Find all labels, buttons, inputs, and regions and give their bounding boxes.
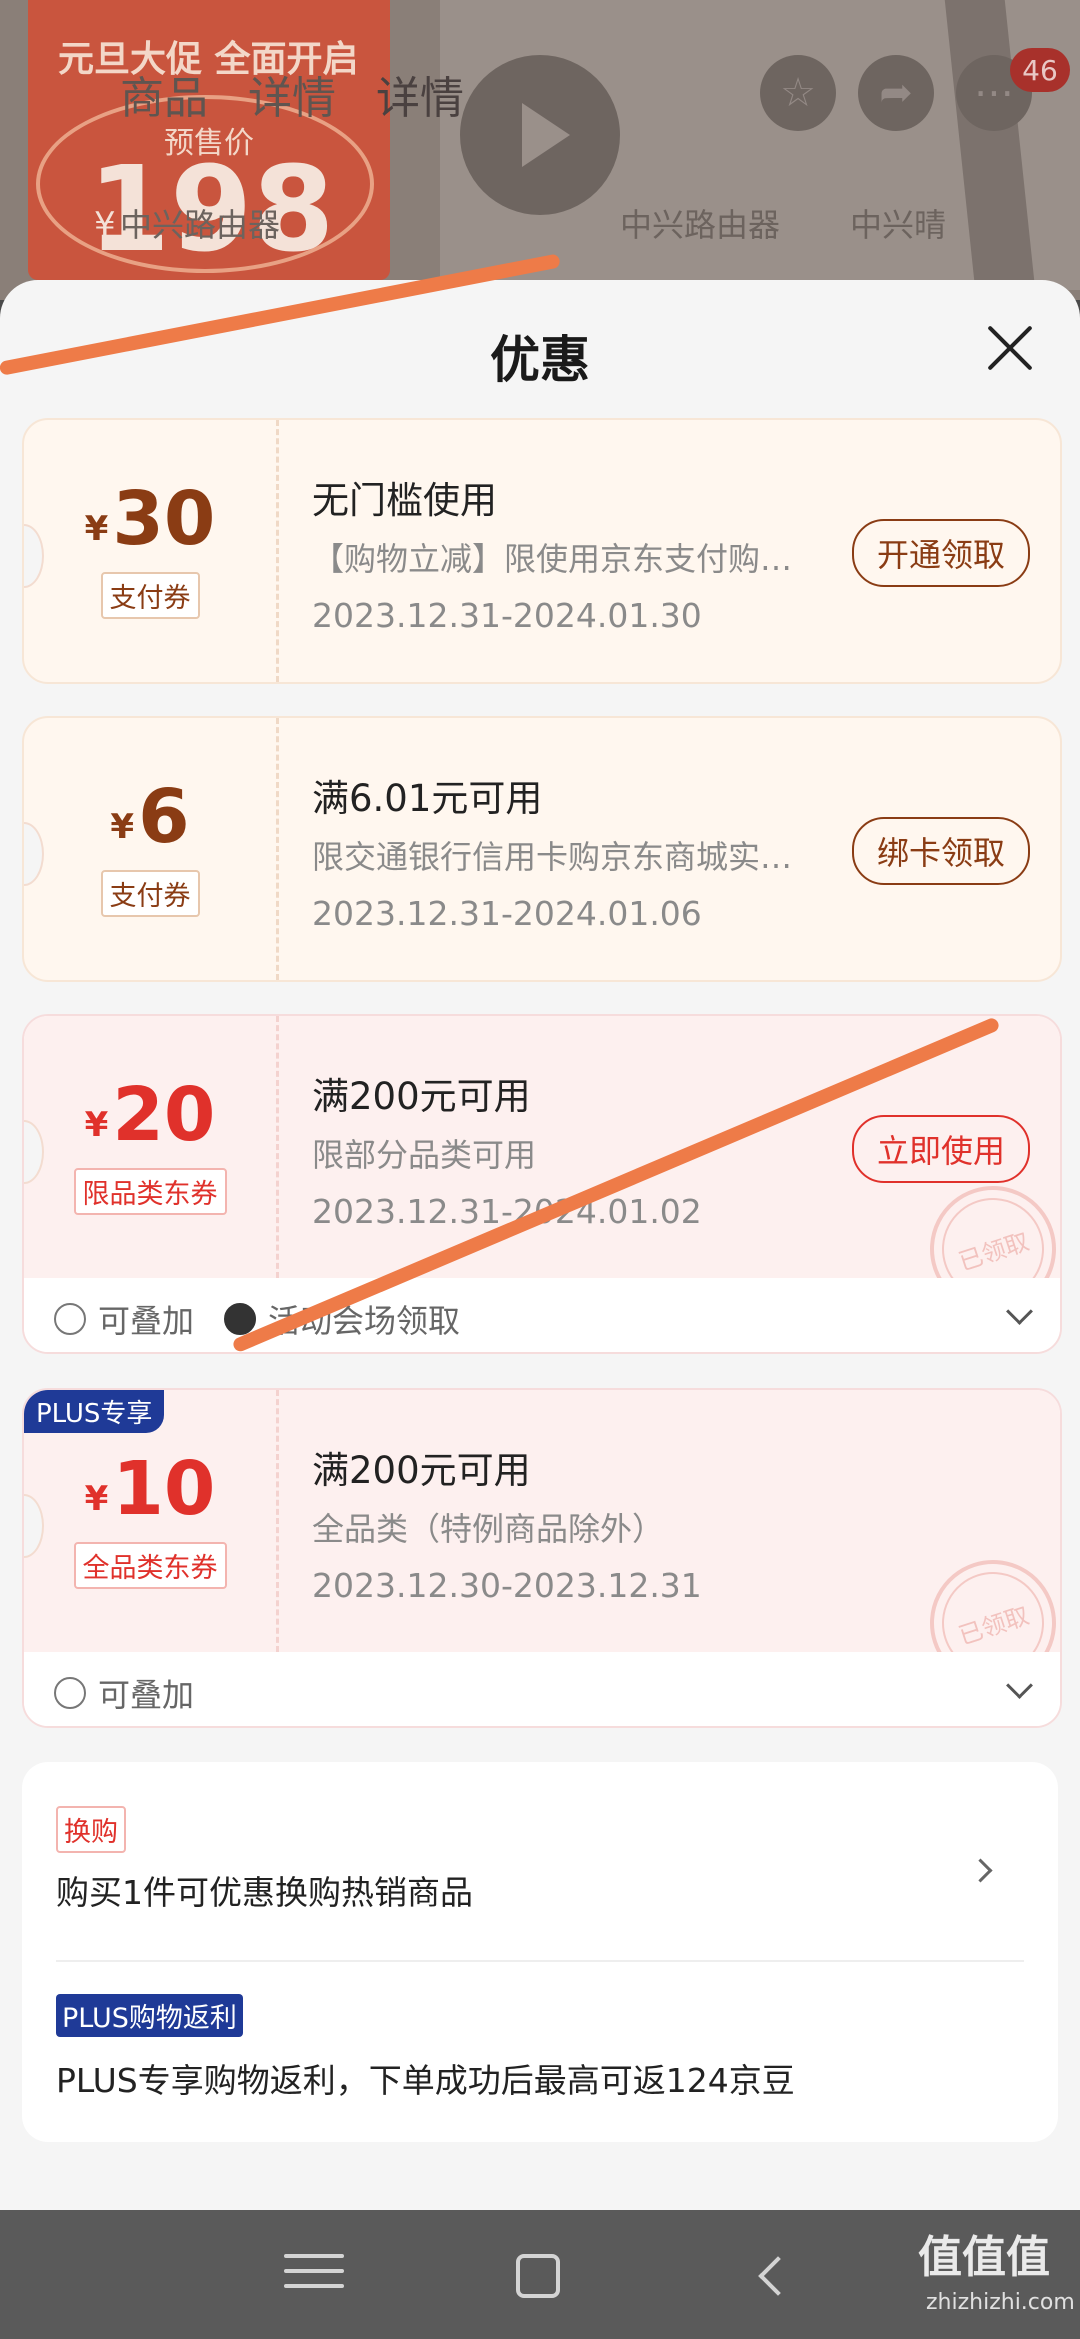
coupon-card: PLUS专享 ¥10 全品类东券 满200元可用 全品类（特例商品除外） 202… <box>22 1388 1062 1728</box>
home-icon[interactable] <box>516 2254 560 2298</box>
stackable-label: 可叠加 <box>98 1302 195 1340</box>
plus-rebate-tag: PLUS购物返利 <box>56 1994 243 2037</box>
coupon-type-tag: 支付券 <box>100 870 200 917</box>
tab-detail[interactable]: 详情 <box>248 62 336 126</box>
plus-exclusive-badge: PLUS专享 <box>24 1390 165 1433</box>
swap-text[interactable]: 购买1件可优惠换购热销商品 <box>56 1866 473 1914</box>
play-video-icon[interactable] <box>460 55 620 215</box>
back-icon[interactable] <box>752 2254 812 2298</box>
ticket-icon <box>224 1303 256 1335</box>
coupon-date: 2023.12.31-2024.01.30 <box>312 596 702 635</box>
coupon-amount: ¥6 <box>110 774 190 860</box>
promo-info-box: 换购 购买1件可优惠换购热销商品 PLUS购物返利 PLUS专享购物返利，下单成… <box>22 1762 1058 2142</box>
coupon-amount: ¥30 <box>84 476 216 562</box>
stackable-icon <box>54 1677 86 1709</box>
stackable-icon <box>54 1303 86 1335</box>
coupon-condition: 满200元可用 <box>312 1449 531 1492</box>
coupon-footer[interactable]: 可叠加 <box>24 1652 1060 1726</box>
chevron-right-icon[interactable] <box>968 1858 993 1883</box>
stackable-label: 可叠加 <box>98 1676 195 1714</box>
coupon-date: 2023.12.31-2024.01.06 <box>312 894 702 933</box>
coupon-card: ¥6 支付券 满6.01元可用 限交通银行信用卡购京东商城实物商品 2023.1… <box>22 716 1062 982</box>
coupon-type-tag: 全品类东券 <box>73 1542 227 1589</box>
tab-detail-2[interactable]: 详情 <box>376 62 464 126</box>
share-icon[interactable]: ➦ <box>858 55 934 131</box>
product-page-background: 元旦大促 全面开启 预售价 ¥ 198 商品 详情 详情 推荐 ☆ ➦ ⋯ 46… <box>0 0 1080 300</box>
coupon-condition: 无门槛使用 <box>312 479 497 522</box>
coupon-condition: 满6.01元可用 <box>312 777 543 820</box>
thumb-label-1: 中兴路由器 <box>120 206 281 244</box>
plus-rebate-text: PLUS专享购物返利，下单成功后最高可返124京豆 <box>56 2061 795 2100</box>
close-icon[interactable] <box>986 324 1034 372</box>
coupon-description: 【购物立减】限使用京东支付购买指定商品 <box>312 540 812 578</box>
chevron-down-icon[interactable] <box>1006 1672 1033 1699</box>
menu-icon[interactable] <box>284 2254 344 2298</box>
coupon-date: 2023.12.30-2023.12.31 <box>312 1566 702 1605</box>
open-claim-button[interactable]: 开通领取 <box>852 519 1030 587</box>
coupon-card: ¥30 支付券 无门槛使用 【购物立减】限使用京东支付购买指定商品 2023.1… <box>22 418 1062 684</box>
bind-card-claim-button[interactable]: 绑卡领取 <box>852 817 1030 885</box>
coupon-type-tag: 限品类东券 <box>73 1168 227 1215</box>
coupon-amount: ¥10 <box>84 1446 216 1532</box>
use-now-button[interactable]: 立即使用 <box>852 1115 1030 1183</box>
thumb-label-2: 中兴路由器 <box>620 206 781 244</box>
coupon-amount: ¥20 <box>84 1072 216 1158</box>
watermark-site: zhizhizhi.com <box>926 2290 1075 2315</box>
coupon-condition: 满200元可用 <box>312 1075 531 1118</box>
chevron-down-icon[interactable] <box>1006 1298 1033 1325</box>
swap-tag: 换购 <box>56 1806 126 1853</box>
watermark-logo: 值值值 <box>918 2232 1050 2283</box>
coupon-description: 全品类（特例商品除外） <box>312 1510 665 1548</box>
coupon-type-tag: 支付券 <box>100 572 200 619</box>
thumb-label-3: 中兴晴 <box>850 206 947 244</box>
coupon-footer[interactable]: 可叠加 活动会场领取 <box>24 1278 1060 1352</box>
coupon-sheet: 优惠 ¥30 支付券 无门槛使用 【购物立减】限使用京东支付购买指定商品 202… <box>0 280 1080 2210</box>
favorite-star-icon[interactable]: ☆ <box>760 55 836 131</box>
coupon-description: 限交通银行信用卡购京东商城实物商品 <box>312 838 812 876</box>
tab-product[interactable]: 商品 <box>120 62 208 126</box>
notification-badge: 46 <box>1010 48 1070 92</box>
thumb-labels: 中兴路由器 中兴晴 <box>620 200 946 246</box>
